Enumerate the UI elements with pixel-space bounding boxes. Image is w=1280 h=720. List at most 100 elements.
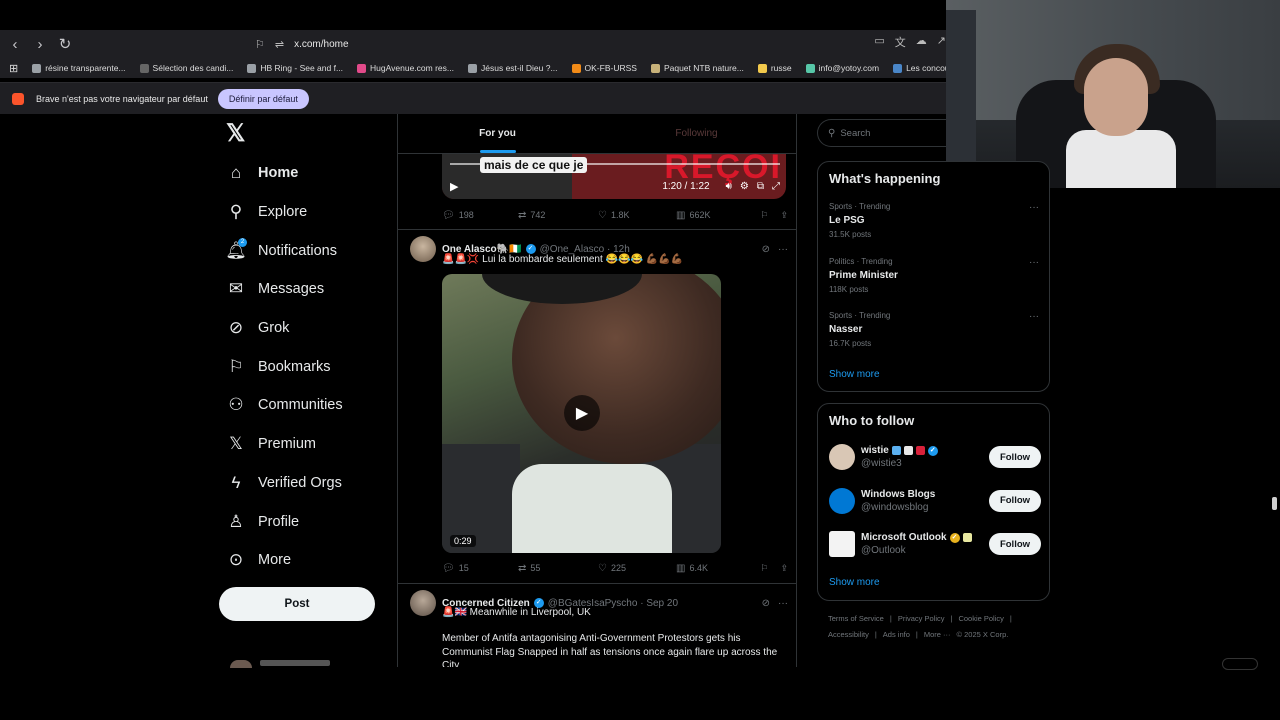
avatar[interactable]: [829, 531, 855, 557]
pip-icon[interactable]: ⧉: [757, 181, 764, 192]
footer-link[interactable]: Cookie Policy: [958, 614, 1003, 623]
bookmark-item[interactable]: Paquet NTB nature...: [650, 63, 744, 73]
video-time: 1:20 / 1:22: [662, 180, 710, 192]
window-top-strip: [0, 0, 946, 30]
nav-item-more[interactable]: ⊙ More: [224, 541, 394, 580]
bookmark-item[interactable]: info@yotoy.com: [805, 63, 879, 73]
reply-count: 15: [458, 563, 469, 573]
bookmark-item[interactable]: Sélection des candi...: [139, 63, 233, 73]
messages-drawer-handle[interactable]: [1222, 658, 1258, 670]
bookmark-item[interactable]: Jésus est-il Dieu ?...: [468, 63, 558, 73]
views-button[interactable]: ▥ 6.4K: [676, 563, 756, 574]
follow-button[interactable]: Follow: [989, 446, 1041, 468]
follow-suggestion[interactable]: Microsoft Outlook ✓ @Outlook Follow: [829, 530, 1041, 558]
more-icon[interactable]: ···: [1029, 257, 1039, 268]
share-icon[interactable]: ⇪: [780, 210, 788, 221]
tweet1-video[interactable]: REÇOI mais de ce que je ▶ 1:20 / 1:22 🔊︎…: [442, 154, 786, 199]
nav-item-verified-orgs[interactable]: ϟ Verified Orgs: [224, 464, 394, 503]
footer-link[interactable]: Terms of Service: [828, 614, 884, 623]
post-button[interactable]: Post: [219, 587, 375, 621]
avatar[interactable]: [410, 590, 436, 616]
more-icon[interactable]: ···: [1029, 202, 1039, 213]
translate-icon[interactable]: 文: [895, 34, 906, 50]
avatar[interactable]: [829, 444, 855, 470]
tweet2-video[interactable]: ▶ 0:29: [442, 274, 721, 553]
account-name[interactable]: Windows Blogs: [861, 489, 935, 500]
follow-suggestion[interactable]: Windows Blogs @windowsblog Follow: [829, 487, 1041, 515]
account-avatar[interactable]: [230, 660, 252, 668]
account-name[interactable]: [260, 660, 330, 666]
repost-button[interactable]: ⇄ 742: [518, 210, 598, 221]
follow-button[interactable]: Follow: [989, 489, 1041, 512]
avatar[interactable]: [829, 487, 855, 514]
site-info-icon[interactable]: ⇌: [275, 38, 284, 51]
play-icon[interactable]: ▶: [564, 395, 600, 431]
views-button[interactable]: ▥ 662K: [676, 210, 756, 221]
scrollbar-thumb[interactable]: [1272, 497, 1277, 510]
footer-link[interactable]: More ···: [924, 630, 951, 639]
footer-link[interactable]: Accessibility: [828, 630, 869, 639]
nav-item-messages[interactable]: ✉ Messages: [224, 270, 394, 309]
bookmark-item[interactable]: russe: [757, 63, 792, 73]
fullscreen-icon[interactable]: ⤢: [772, 181, 780, 192]
trend-item[interactable]: Sports · Trending Nasser 16.7K posts ···: [829, 311, 1039, 348]
account-name[interactable]: Microsoft Outlook: [861, 532, 947, 543]
follow-button[interactable]: Follow: [989, 533, 1041, 555]
back-icon[interactable]: ‹: [5, 34, 25, 54]
whats-happening-panel: What's happening Sports · Trending Le PSG…: [817, 161, 1050, 392]
footer-link[interactable]: Privacy Policy: [898, 614, 945, 623]
play-icon[interactable]: ▶: [450, 180, 458, 193]
address-bar[interactable]: ⚐ ⇌ x.com/home: [255, 34, 946, 54]
forward-icon[interactable]: ›: [30, 34, 50, 54]
nav-item-profile[interactable]: ♙ Profile: [224, 502, 394, 541]
footer-link[interactable]: Ads info: [883, 630, 910, 639]
set-default-button[interactable]: Définir par défaut: [217, 88, 309, 109]
follow-suggestion[interactable]: wistie ✓ @wistie3 Follow: [829, 443, 1041, 471]
show-more-trends[interactable]: Show more: [829, 369, 880, 380]
nav-item-premium[interactable]: 𝕏 Premium: [224, 425, 394, 464]
nav-item-communities[interactable]: ⚇ Communities: [224, 386, 394, 425]
bookmark-label: OK-FB-URSS: [584, 63, 637, 73]
like-button[interactable]: ♡ 1.8K: [598, 210, 676, 221]
nav-item-explore[interactable]: ⚲ Explore: [224, 193, 394, 232]
trend-item[interactable]: Politics · Trending Prime Minister 118K po…: [829, 257, 1039, 294]
reload-icon[interactable]: ↻: [55, 34, 75, 54]
bookmark-page-icon[interactable]: ⚐: [255, 38, 265, 51]
nav-item-notifications[interactable]: 🔔︎ Notifications 2: [224, 231, 394, 270]
like-button[interactable]: ♡ 225: [598, 563, 676, 574]
tab-following[interactable]: Following: [597, 114, 796, 153]
nav-item-home[interactable]: ⌂ Home: [224, 154, 394, 193]
search-input[interactable]: ⚲ Search: [817, 119, 946, 147]
bookmark-icon[interactable]: ⚐: [760, 563, 768, 574]
account-handle[interactable]: @wistie3: [861, 458, 989, 469]
show-more-follow[interactable]: Show more: [829, 577, 880, 588]
bookmark-item[interactable]: HugAvenue.com res...: [357, 63, 454, 73]
x-logo-icon[interactable]: 𝕏: [226, 122, 250, 146]
bookmark-favicon-icon: [893, 63, 903, 73]
bookmark-item[interactable]: HB Ring - See and f...: [247, 63, 343, 73]
footer-link[interactable]: © 2025 X Corp.: [957, 630, 1009, 639]
nav-item-grok[interactable]: ⊘ Grok: [224, 309, 394, 348]
nav-item-bookmarks[interactable]: ⚐ Bookmarks: [224, 347, 394, 386]
reply-button[interactable]: 💬︎ 15: [442, 563, 518, 574]
account-handle[interactable]: @Outlook: [861, 545, 989, 556]
volume-icon[interactable]: 🔊︎: [726, 181, 732, 192]
tab-for-you[interactable]: For you: [398, 114, 597, 153]
repost-button[interactable]: ⇄ 55: [518, 563, 598, 574]
bookmark-icon[interactable]: ⚐: [760, 210, 768, 221]
bookmark-item[interactable]: résine transparente...: [32, 63, 126, 73]
account-name[interactable]: wistie: [861, 445, 889, 456]
bookmark-item[interactable]: Les concours d'aute...: [893, 63, 946, 73]
bookmark-item[interactable]: OK-FB-URSS: [571, 63, 637, 73]
apps-icon[interactable]: ⊞: [9, 62, 18, 75]
avatar[interactable]: [410, 236, 436, 262]
more-icon[interactable]: ···: [1029, 311, 1039, 322]
vpn-icon[interactable]: ☁: [916, 34, 927, 50]
reply-button[interactable]: 💬︎ 198: [442, 210, 518, 221]
account-handle[interactable]: @windowsblog: [861, 502, 989, 513]
share-icon[interactable]: ⇪: [780, 563, 788, 574]
settings-icon[interactable]: ⚙: [740, 181, 749, 192]
cast-icon[interactable]: ▭: [874, 34, 884, 50]
share-icon[interactable]: ↗: [937, 34, 946, 50]
trend-item[interactable]: Sports · Trending Le PSG 31.5K posts ···: [829, 202, 1039, 239]
